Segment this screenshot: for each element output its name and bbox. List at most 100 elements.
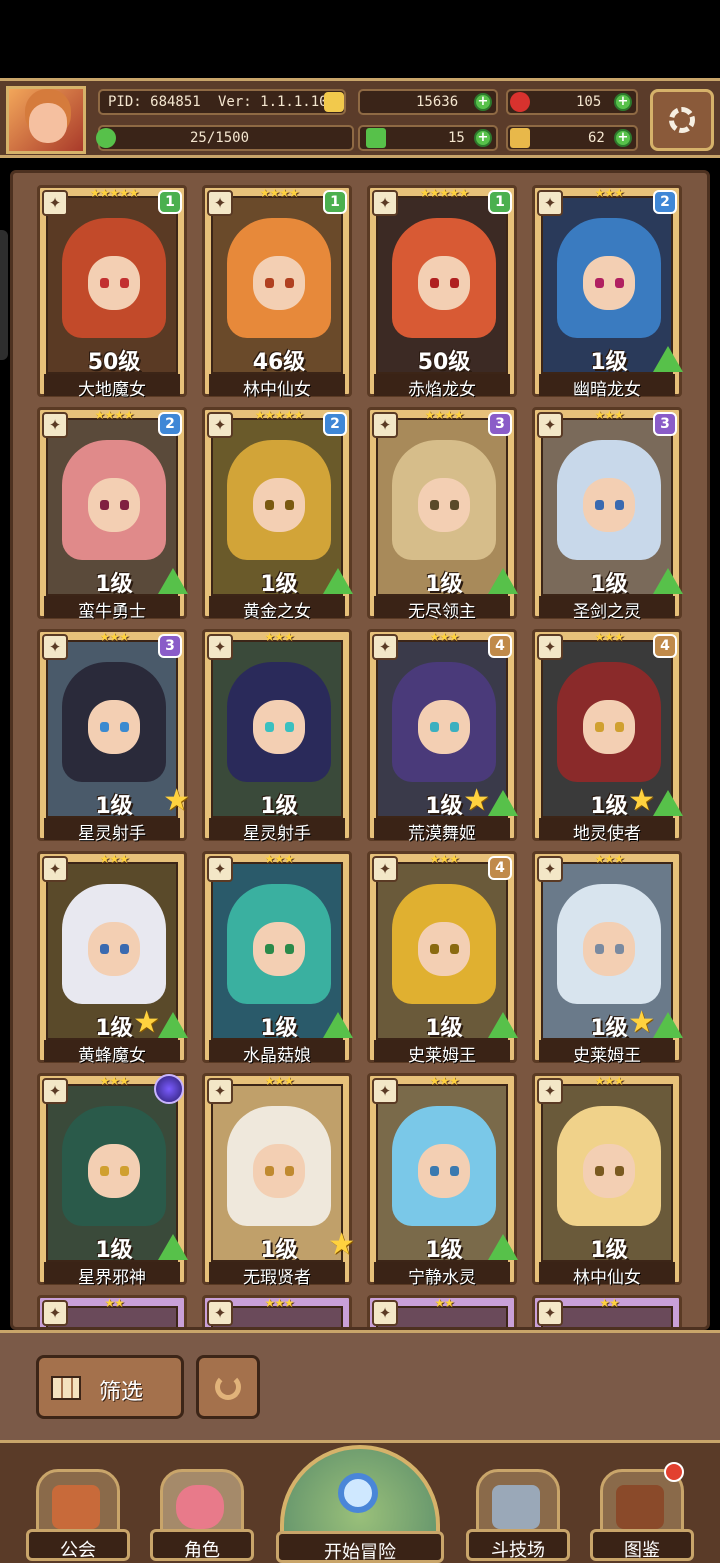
character-card[interactable]: ✦ ★★: [532, 1295, 682, 1327]
star-rating: ★★★★: [259, 186, 299, 200]
level-up-arrow-icon: [653, 1012, 683, 1038]
character-card[interactable]: 1级 幽暗龙女 ✦ ★★★ 2: [532, 185, 683, 400]
character-name: 史莱姆王: [573, 1046, 641, 1066]
side-handle[interactable]: [0, 230, 8, 360]
level-up-arrow-icon: [653, 790, 683, 816]
top-status-bar: PID: 684851 Ver: 1.1.1.10 25/1500 15636 …: [0, 78, 720, 158]
star-rating: ★★★: [264, 630, 294, 644]
star-upgrade-icon: ★: [628, 1005, 655, 1040]
staff-icon: ✦: [207, 856, 233, 882]
star-rating: ★★★: [99, 630, 129, 644]
star-rating: ★★★★: [424, 408, 464, 422]
character-card[interactable]: 1级 地灵使者 ✦ ★★★ 4 ★: [532, 629, 683, 844]
character-grid: 50级 大地魔女 ✦ ★★★★★ 1 46级 林中仙女 ✦ ★★★★ 1 50级 赤焰龙女 ✦ ★★★★★…: [10, 170, 710, 1330]
character-name: 荒漠舞姬: [408, 824, 476, 844]
filter-label: 筛选: [99, 1380, 144, 1405]
character-card[interactable]: ✦ ★★: [37, 1295, 187, 1327]
character-card[interactable]: 1级 无瑕贤者 ✦ ★★★ ★: [202, 1073, 355, 1288]
clover-value: 15: [448, 130, 465, 146]
nav-character[interactable]: 角色: [150, 1465, 254, 1563]
staff-icon: ✦: [372, 856, 398, 882]
character-name: 宁静水灵: [408, 1268, 476, 1288]
filter-button[interactable]: 筛选: [36, 1355, 184, 1419]
exp-value: 25/1500: [190, 130, 250, 146]
player-avatar[interactable]: [6, 86, 86, 154]
character-card[interactable]: 46级 林中仙女 ✦ ★★★★ 1: [202, 185, 352, 400]
staff-icon: ✦: [42, 1300, 68, 1326]
star-upgrade-icon: ★: [328, 1227, 355, 1262]
rank-badge: 2: [323, 412, 347, 436]
version-label: Ver: 1.1.1.10: [218, 94, 328, 110]
character-card[interactable]: 1级 无尽领主 ✦ ★★★★ 3: [367, 407, 518, 622]
crossed-swords-icon: [492, 1485, 540, 1529]
character-card[interactable]: 1级 史莱姆王 ✦ ★★★ 4: [367, 851, 518, 1066]
add-gem-button[interactable]: +: [614, 93, 632, 111]
character-name: 星灵射手: [78, 824, 146, 844]
gold-bar: 15636 +: [324, 89, 498, 115]
character-portrait: 1级: [211, 640, 343, 818]
character-card[interactable]: 1级 蛮牛勇士 ✦ ★★★★ 2: [37, 407, 188, 622]
character-level: 1级: [590, 1238, 628, 1262]
star-upgrade-icon: ★: [163, 783, 190, 818]
character-name: 水晶菇娘: [243, 1046, 311, 1066]
key-icon: [510, 128, 530, 148]
staff-icon: ✦: [207, 412, 233, 438]
character-card[interactable]: 1级 林中仙女 ✦ ★★★: [532, 1073, 682, 1288]
rank-badge: 1: [158, 190, 182, 214]
settings-button[interactable]: [650, 89, 714, 151]
star-rating: ★★★★★: [89, 186, 140, 200]
character-card[interactable]: 1级 星界邪神 ✦ ★★★: [37, 1073, 188, 1288]
rank-badge: 3: [488, 412, 512, 436]
rank-badge: 1: [488, 190, 512, 214]
nav-arena[interactable]: 斗技场: [466, 1465, 570, 1563]
add-clover-button[interactable]: +: [474, 129, 492, 147]
add-key-button[interactable]: +: [614, 129, 632, 147]
add-gold-button[interactable]: +: [474, 93, 492, 111]
character-level: 50级: [87, 350, 141, 374]
star-rating: ★★★: [264, 852, 294, 866]
nav-arena-label: 斗技场: [491, 1540, 545, 1561]
star-rating: ★★★: [594, 408, 624, 422]
character-card[interactable]: 1级 星灵射手 ✦ ★★★: [202, 629, 352, 844]
staff-icon: ✦: [42, 856, 68, 882]
magnifier-icon: [338, 1473, 378, 1513]
sword-icon: ✦: [537, 1078, 563, 1104]
star-upgrade-icon: ★: [463, 783, 490, 818]
star-rating: ★★★: [429, 630, 459, 644]
character-card[interactable]: 1级 荒漠舞姬 ✦ ★★★ 4 ★: [367, 629, 518, 844]
level-up-arrow-icon: [323, 568, 353, 594]
star-rating: ★★★: [99, 1074, 129, 1088]
nav-adventure-label: 开始冒险: [324, 1542, 396, 1563]
star-rating: ★★★★★: [254, 408, 305, 422]
nav-start-adventure[interactable]: 开始冒险: [276, 1445, 444, 1563]
star-rating: ★★★★★: [419, 186, 470, 200]
gold-value: 15636: [416, 94, 459, 110]
character-card[interactable]: 1级 史莱姆王 ✦ ★★★ ★: [532, 851, 683, 1066]
character-card[interactable]: 1级 黄金之女 ✦ ★★★★★ 2: [202, 407, 353, 622]
character-card[interactable]: 1级 圣剑之灵 ✦ ★★★ 3: [532, 407, 683, 622]
character-portrait: 46级: [211, 196, 343, 374]
staff-icon: ✦: [372, 412, 398, 438]
star-rating: ★★★: [429, 852, 459, 866]
character-level: 1级: [260, 1238, 298, 1262]
character-card[interactable]: ✦ ★★: [367, 1295, 517, 1327]
character-card[interactable]: 1级 星灵射手 ✦ ★★★ 3 ★: [37, 629, 190, 844]
character-card[interactable]: 1级 水晶菇娘 ✦ ★★★: [202, 851, 353, 1066]
character-card[interactable]: 50级 赤焰龙女 ✦ ★★★★★ 1: [367, 185, 517, 400]
refresh-button[interactable]: [196, 1355, 260, 1419]
nav-guild[interactable]: 公会: [26, 1465, 130, 1563]
character-name: 圣剑之灵: [573, 602, 641, 622]
level-up-arrow-icon: [653, 568, 683, 594]
character-card[interactable]: 1级 宁静水灵 ✦ ★★★: [367, 1073, 518, 1288]
level-up-arrow-icon: [158, 1234, 188, 1260]
character-card[interactable]: 50级 大地魔女 ✦ ★★★★★ 1: [37, 185, 187, 400]
level-up-arrow-icon: [488, 790, 518, 816]
character-card[interactable]: ✦ ★★★: [202, 1295, 352, 1327]
rank-badge: 4: [488, 634, 512, 658]
character-card[interactable]: 1级 黄蜂魔女 ✦ ★★★ ★: [37, 851, 188, 1066]
staff-icon: ✦: [537, 856, 563, 882]
nav-character-label: 角色: [184, 1540, 220, 1561]
character-level: 1级: [260, 794, 298, 818]
clover-bar: 15 +: [358, 125, 498, 151]
character-level: 1级: [95, 794, 133, 818]
